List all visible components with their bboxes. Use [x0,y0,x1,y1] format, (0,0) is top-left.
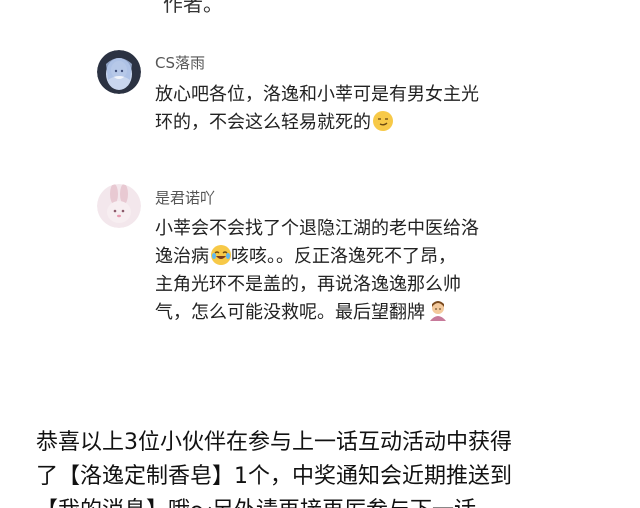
comment-body: 放心吧各位，洛逸和小莘可是有男女主光 环的，不会这么轻易就死的 [155,81,615,137]
top-text-fragment: 作者。 [163,0,223,16]
announcement-text: 恭喜以上3位小伙伴在参与上一话互动活动中获得 了【洛逸定制香皂】1个，中奖通知会… [36,426,636,508]
comment-line-text: 逸治病 [155,246,209,267]
comment-body: 小莘会不会找了个退隐江湖的老中医给洛 逸治病 咳咳。。反正洛逸死不了昂， 主角光… [155,215,615,327]
comment-line-text: 咳咳。。反正洛逸死不了昂， [231,246,456,267]
comment-line: 放心吧各位，洛逸和小莘可是有男女主光 [155,84,479,105]
comment-username[interactable]: CS落雨 [155,52,205,73]
tears-of-joy-emoji-icon [211,245,231,265]
comment-line: 主角光环不是盖的，再说洛逸逸那么帅 [155,274,461,295]
comment-line-text: 环的，不会这么轻易就死的 [155,112,371,133]
avatar[interactable] [97,50,141,94]
announcement-line: 恭喜以上3位小伙伴在参与上一话互动活动中获得 [36,430,512,455]
person-bowing-emoji-icon [427,299,449,321]
smirk-emoji-icon [373,111,393,131]
comment-username[interactable]: 是君诺吖 [155,187,215,208]
comment-line: 小莘会不会找了个退隐江湖的老中医给洛 [155,218,479,239]
comment-line-text: 气，怎么可能没救呢。最后望翻牌 [155,302,425,323]
announcement-line: 了【洛逸定制香皂】1个，中奖通知会近期推送到 [36,464,512,489]
comment-line: 环的，不会这么轻易就死的 [155,109,615,137]
announcement-line: 【我的消息】哦～另外请再接再厉参与下一话 [36,494,636,508]
comment-line: 气，怎么可能没救呢。最后望翻牌 [155,299,615,327]
avatar[interactable] [97,184,141,228]
comment-line: 逸治病 咳咳。。反正洛逸死不了昂， [155,243,615,271]
